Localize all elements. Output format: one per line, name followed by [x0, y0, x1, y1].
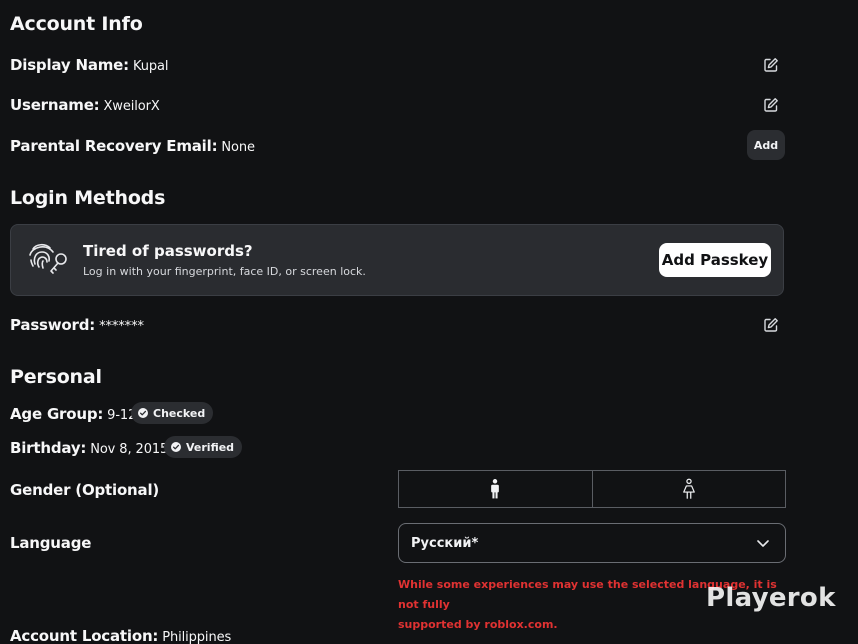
age-badge-label: Checked: [153, 406, 206, 420]
gender-selector: [398, 470, 786, 508]
birthday-value: Nov 8, 2015: [90, 442, 169, 457]
parental-email-label: Parental Recovery Email:: [10, 137, 218, 155]
language-select[interactable]: Русский*: [398, 523, 786, 563]
edit-username-button[interactable]: [760, 94, 782, 116]
language-label: Language: [10, 534, 92, 552]
language-warning-line2: supported by roblox.com.: [398, 618, 558, 631]
gender-option-female[interactable]: [591, 471, 786, 507]
add-parental-email-button[interactable]: Add: [747, 130, 785, 160]
password-value: *******: [99, 319, 144, 334]
account-settings-page: Account Info Display Name: Kupal Username…: [0, 0, 858, 644]
passkey-title: Tired of passwords?: [83, 242, 253, 260]
username-value: XweilorX: [103, 99, 160, 114]
add-passkey-button[interactable]: Add Passkey: [659, 243, 771, 277]
check-circle-icon: [171, 442, 181, 452]
passkey-subtitle: Log in with your fingerprint, face ID, o…: [83, 265, 366, 278]
chevron-down-icon: [757, 540, 769, 547]
display-name-label: Display Name:: [10, 56, 129, 74]
birthday-verified-badge: Verified: [164, 436, 243, 458]
gender-label: Gender (Optional): [10, 481, 160, 499]
password-row: Password: *******: [10, 316, 144, 334]
age-group-label: Age Group:: [10, 405, 104, 423]
birthday-row: Birthday: Nov 8, 2015: [10, 439, 168, 457]
playerok-watermark: Playerok: [706, 583, 836, 613]
edit-icon: [764, 318, 778, 332]
account-info-title: Account Info: [10, 13, 143, 35]
display-name-row: Display Name: Kupal: [10, 56, 169, 74]
passkey-card: Tired of passwords? Log in with your fin…: [10, 224, 784, 296]
edit-icon: [764, 58, 778, 72]
parental-email-value: None: [221, 140, 255, 155]
password-label: Password:: [10, 316, 96, 334]
account-location-row: Account Location: Philippines: [10, 627, 231, 644]
male-icon: [491, 479, 500, 499]
display-name-value: Kupal: [132, 59, 169, 74]
fingerprint-key-icon: [25, 237, 73, 277]
birthday-label: Birthday:: [10, 439, 87, 457]
login-methods-title: Login Methods: [10, 187, 166, 209]
edit-icon: [764, 98, 778, 112]
edit-password-button[interactable]: [760, 314, 782, 336]
username-label: Username:: [10, 96, 100, 114]
language-selected-value: Русский*: [411, 535, 479, 551]
age-group-row: Age Group: 9-12: [10, 405, 136, 423]
female-icon: [682, 478, 695, 499]
parental-email-row: Parental Recovery Email: None: [10, 137, 255, 155]
personal-title: Personal: [10, 366, 102, 388]
edit-display-name-button[interactable]: [760, 54, 782, 76]
check-circle-icon: [138, 408, 148, 418]
account-location-value: Philippines: [162, 630, 232, 644]
username-row: Username: XweilorX: [10, 96, 160, 114]
gender-option-male[interactable]: [399, 471, 592, 507]
account-location-label: Account Location:: [10, 627, 159, 644]
birthday-badge-label: Verified: [186, 440, 235, 454]
age-checked-badge: Checked: [131, 402, 214, 424]
